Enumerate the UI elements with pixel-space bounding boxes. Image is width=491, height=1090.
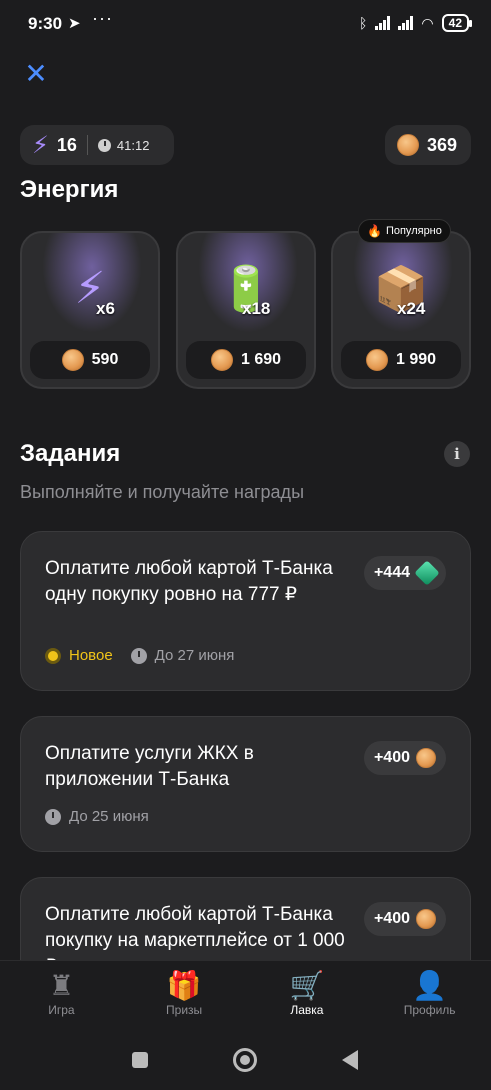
task-deadline: До 27 июня	[154, 647, 235, 664]
task-card[interactable]: Оплатите услуги ЖКХ в приложении Т‑Банка…	[20, 716, 471, 852]
more-notifications: ···	[92, 8, 113, 28]
pack-multiplier: x6	[96, 299, 115, 318]
coin-count: 369	[427, 134, 458, 155]
nav-item-prizes[interactable]: 🎁 Призы	[129, 969, 239, 1032]
price-value: 590	[91, 351, 119, 368]
price-value: 1 690	[240, 351, 282, 368]
battery-icon: 42	[441, 14, 473, 32]
energy-pack-card[interactable]: 🔋 x18 1 690	[176, 231, 316, 389]
bottom-nav: ♜ Игра 🎁 Призы 🛒 Лавка 👤 Профиль	[0, 960, 491, 1032]
coin-balance[interactable]: 369	[385, 125, 471, 165]
task-reward: +400	[363, 741, 446, 775]
nav-label: Игра	[48, 1003, 75, 1017]
price-button[interactable]: 1 690	[186, 341, 306, 379]
tasks-subtitle: Выполняйте и получайте награды	[20, 482, 305, 502]
status-icons: ᛒ ◠ 42	[359, 14, 473, 32]
energy-balance: ⚡ 16 41:12	[20, 125, 174, 165]
coin-icon	[416, 909, 436, 929]
lightning-icon: ⚡	[32, 131, 49, 159]
task-meta: Новое До 27 июня	[45, 647, 234, 664]
price-button[interactable]: 1 990	[341, 341, 461, 379]
nav-item-shop[interactable]: 🛒 Лавка	[252, 969, 362, 1032]
telegram-icon: ➤	[68, 15, 81, 32]
home-icon[interactable]	[233, 1048, 257, 1072]
task-status: Новое	[69, 647, 113, 664]
task-title: Оплатите любой картой Т‑Банка одну покуп…	[45, 558, 333, 605]
energy-pack-card[interactable]: 📦 x24 1 990	[331, 231, 471, 389]
back-icon[interactable]	[342, 1050, 358, 1070]
nav-item-game[interactable]: ♜ Игра	[6, 969, 116, 1032]
task-card[interactable]: Оплатите любой картой Т‑Банка одну покуп…	[20, 531, 471, 691]
signal-icon	[375, 16, 391, 30]
popular-label: Популярно	[385, 225, 442, 237]
fire-icon: 🔥	[367, 224, 382, 238]
task-reward: +444	[363, 556, 446, 590]
gem-icon	[414, 560, 440, 586]
pack-multiplier: x18	[242, 299, 271, 318]
cart-icon: 🛒	[289, 970, 325, 1001]
recent-apps-icon[interactable]	[132, 1052, 148, 1068]
gift-icon: 🎁	[166, 970, 202, 1001]
chess-rook-icon: ♜	[48, 970, 74, 1001]
reward-value: +444	[373, 564, 410, 581]
energy-timer: 41:12	[116, 137, 150, 153]
wifi-icon: ◠	[421, 14, 434, 31]
info-icon[interactable]: i	[444, 441, 470, 467]
clock-icon	[97, 138, 111, 152]
coin-icon	[365, 349, 388, 371]
pack-multiplier: x24	[397, 299, 426, 318]
task-title: Оплатите услуги ЖКХ в приложении Т‑Банка	[45, 743, 254, 790]
divider	[86, 135, 88, 155]
new-indicator-icon	[45, 647, 61, 664]
task-deadline: До 25 июня	[69, 808, 149, 825]
price-button[interactable]: 590	[30, 341, 150, 379]
status-time: 9:30	[28, 14, 63, 33]
price-value: 1 990	[395, 351, 437, 368]
lightning-pack-icon: ⚡	[74, 264, 106, 313]
coin-icon	[397, 134, 419, 156]
coin-icon	[210, 349, 233, 371]
reward-value: +400	[373, 749, 410, 766]
bluetooth-icon: ᛒ	[359, 15, 368, 31]
coin-icon	[416, 748, 436, 768]
coin-icon	[61, 349, 84, 371]
reward-value: +400	[373, 910, 410, 927]
task-meta: До 25 июня	[45, 808, 149, 825]
signal-icon-2	[398, 16, 414, 30]
nav-item-profile[interactable]: 👤 Профиль	[375, 969, 485, 1032]
energy-title: Энергия	[20, 176, 119, 203]
energy-count: 16	[56, 134, 77, 155]
clock-icon	[45, 808, 61, 825]
energy-pack-card[interactable]: ⚡ x6 590	[20, 231, 160, 389]
clock-icon	[130, 647, 147, 664]
tasks-title: Задания	[20, 440, 121, 467]
nav-label: Призы	[166, 1003, 203, 1017]
close-icon[interactable]: ✕	[22, 60, 50, 88]
task-reward: +400	[363, 902, 446, 936]
popular-badge: 🔥 Популярно	[358, 219, 451, 243]
nav-label: Лавка	[290, 1003, 324, 1017]
profile-icon: 👤	[412, 970, 448, 1001]
nav-label: Профиль	[403, 1003, 456, 1017]
